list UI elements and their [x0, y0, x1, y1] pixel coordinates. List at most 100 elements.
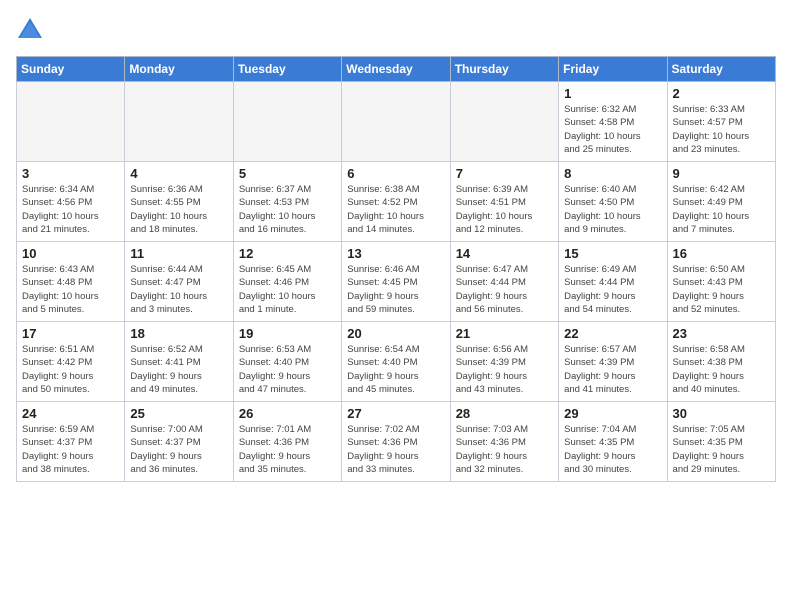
weekday-header-thursday: Thursday: [450, 57, 558, 82]
calendar-cell-4-5: 29 Sunrise: 7:04 AMSunset: 4:35 PMDayligh…: [559, 402, 667, 482]
calendar-cell-0-1: [125, 82, 233, 162]
weekday-header-wednesday: Wednesday: [342, 57, 450, 82]
day-number: 8: [564, 166, 661, 181]
day-number: 11: [130, 246, 227, 261]
day-number: 3: [22, 166, 119, 181]
calendar-cell-0-3: [342, 82, 450, 162]
day-number: 26: [239, 406, 336, 421]
calendar-cell-4-0: 24 Sunrise: 6:59 AMSunset: 4:37 PMDayligh…: [17, 402, 125, 482]
calendar-cell-0-4: [450, 82, 558, 162]
calendar-cell-4-6: 30 Sunrise: 7:05 AMSunset: 4:35 PMDayligh…: [667, 402, 775, 482]
day-number: 23: [673, 326, 770, 341]
day-info: Sunrise: 6:42 AMSunset: 4:49 PMDaylight:…: [673, 183, 770, 236]
calendar-cell-2-2: 12 Sunrise: 6:45 AMSunset: 4:46 PMDayligh…: [233, 242, 341, 322]
day-info: Sunrise: 6:54 AMSunset: 4:40 PMDaylight:…: [347, 343, 444, 396]
day-number: 4: [130, 166, 227, 181]
calendar-cell-2-0: 10 Sunrise: 6:43 AMSunset: 4:48 PMDayligh…: [17, 242, 125, 322]
day-info: Sunrise: 7:00 AMSunset: 4:37 PMDaylight:…: [130, 423, 227, 476]
day-info: Sunrise: 6:39 AMSunset: 4:51 PMDaylight:…: [456, 183, 553, 236]
calendar-cell-4-3: 27 Sunrise: 7:02 AMSunset: 4:36 PMDayligh…: [342, 402, 450, 482]
day-info: Sunrise: 6:58 AMSunset: 4:38 PMDaylight:…: [673, 343, 770, 396]
day-info: Sunrise: 6:56 AMSunset: 4:39 PMDaylight:…: [456, 343, 553, 396]
calendar-cell-3-6: 23 Sunrise: 6:58 AMSunset: 4:38 PMDayligh…: [667, 322, 775, 402]
calendar: SundayMondayTuesdayWednesdayThursdayFrid…: [16, 56, 776, 482]
calendar-cell-1-0: 3 Sunrise: 6:34 AMSunset: 4:56 PMDaylight…: [17, 162, 125, 242]
calendar-cell-2-1: 11 Sunrise: 6:44 AMSunset: 4:47 PMDayligh…: [125, 242, 233, 322]
day-info: Sunrise: 7:01 AMSunset: 4:36 PMDaylight:…: [239, 423, 336, 476]
day-info: Sunrise: 6:34 AMSunset: 4:56 PMDaylight:…: [22, 183, 119, 236]
day-number: 7: [456, 166, 553, 181]
calendar-cell-3-0: 17Sunrise: 6:51 AMSunset: 4:42 PMDayligh…: [17, 322, 125, 402]
day-number: 22: [564, 326, 661, 341]
calendar-cell-0-0: [17, 82, 125, 162]
day-info: Sunrise: 6:49 AMSunset: 4:44 PMDaylight:…: [564, 263, 661, 316]
calendar-cell-3-3: 20Sunrise: 6:54 AMSunset: 4:40 PMDayligh…: [342, 322, 450, 402]
day-info: Sunrise: 7:03 AMSunset: 4:36 PMDaylight:…: [456, 423, 553, 476]
calendar-cell-1-3: 6Sunrise: 6:38 AMSunset: 4:52 PMDaylight…: [342, 162, 450, 242]
calendar-cell-0-6: 2 Sunrise: 6:33 AMSunset: 4:57 PMDaylight…: [667, 82, 775, 162]
week-row-5: 24 Sunrise: 6:59 AMSunset: 4:37 PMDayligh…: [17, 402, 776, 482]
day-number: 21: [456, 326, 553, 341]
calendar-cell-1-1: 4 Sunrise: 6:36 AMSunset: 4:55 PMDaylight…: [125, 162, 233, 242]
day-number: 2: [673, 86, 770, 101]
day-number: 13: [347, 246, 444, 261]
calendar-cell-3-5: 22Sunrise: 6:57 AMSunset: 4:39 PMDayligh…: [559, 322, 667, 402]
logo: [16, 16, 48, 44]
weekday-header-saturday: Saturday: [667, 57, 775, 82]
day-info: Sunrise: 7:05 AMSunset: 4:35 PMDaylight:…: [673, 423, 770, 476]
day-info: Sunrise: 7:04 AMSunset: 4:35 PMDaylight:…: [564, 423, 661, 476]
day-info: Sunrise: 7:02 AMSunset: 4:36 PMDaylight:…: [347, 423, 444, 476]
calendar-cell-2-5: 15 Sunrise: 6:49 AMSunset: 4:44 PMDayligh…: [559, 242, 667, 322]
weekday-header-monday: Monday: [125, 57, 233, 82]
day-number: 5: [239, 166, 336, 181]
day-info: Sunrise: 6:43 AMSunset: 4:48 PMDaylight:…: [22, 263, 119, 316]
calendar-cell-4-4: 28 Sunrise: 7:03 AMSunset: 4:36 PMDayligh…: [450, 402, 558, 482]
calendar-cell-4-1: 25Sunrise: 7:00 AMSunset: 4:37 PMDayligh…: [125, 402, 233, 482]
calendar-cell-4-2: 26 Sunrise: 7:01 AMSunset: 4:36 PMDayligh…: [233, 402, 341, 482]
calendar-cell-1-2: 5 Sunrise: 6:37 AMSunset: 4:53 PMDaylight…: [233, 162, 341, 242]
day-number: 27: [347, 406, 444, 421]
day-info: Sunrise: 6:37 AMSunset: 4:53 PMDaylight:…: [239, 183, 336, 236]
day-info: Sunrise: 6:52 AMSunset: 4:41 PMDaylight:…: [130, 343, 227, 396]
day-number: 29: [564, 406, 661, 421]
calendar-cell-0-5: 1 Sunrise: 6:32 AMSunset: 4:58 PMDaylight…: [559, 82, 667, 162]
calendar-cell-1-6: 9 Sunrise: 6:42 AMSunset: 4:49 PMDaylight…: [667, 162, 775, 242]
calendar-cell-1-5: 8 Sunrise: 6:40 AMSunset: 4:50 PMDaylight…: [559, 162, 667, 242]
calendar-cell-2-4: 14Sunrise: 6:47 AMSunset: 4:44 PMDayligh…: [450, 242, 558, 322]
day-number: 16: [673, 246, 770, 261]
calendar-cell-1-4: 7 Sunrise: 6:39 AMSunset: 4:51 PMDaylight…: [450, 162, 558, 242]
calendar-cell-3-2: 19 Sunrise: 6:53 AMSunset: 4:40 PMDayligh…: [233, 322, 341, 402]
day-info: Sunrise: 6:40 AMSunset: 4:50 PMDaylight:…: [564, 183, 661, 236]
day-info: Sunrise: 6:32 AMSunset: 4:58 PMDaylight:…: [564, 103, 661, 156]
day-number: 15: [564, 246, 661, 261]
week-row-1: 1 Sunrise: 6:32 AMSunset: 4:58 PMDaylight…: [17, 82, 776, 162]
day-info: Sunrise: 6:53 AMSunset: 4:40 PMDaylight:…: [239, 343, 336, 396]
day-info: Sunrise: 6:33 AMSunset: 4:57 PMDaylight:…: [673, 103, 770, 156]
page-header: [16, 16, 776, 44]
day-number: 24: [22, 406, 119, 421]
day-info: Sunrise: 6:36 AMSunset: 4:55 PMDaylight:…: [130, 183, 227, 236]
day-number: 18: [130, 326, 227, 341]
day-number: 28: [456, 406, 553, 421]
week-row-2: 3 Sunrise: 6:34 AMSunset: 4:56 PMDaylight…: [17, 162, 776, 242]
day-info: Sunrise: 6:46 AMSunset: 4:45 PMDaylight:…: [347, 263, 444, 316]
day-number: 1: [564, 86, 661, 101]
weekday-header-friday: Friday: [559, 57, 667, 82]
day-info: Sunrise: 6:45 AMSunset: 4:46 PMDaylight:…: [239, 263, 336, 316]
week-row-3: 10 Sunrise: 6:43 AMSunset: 4:48 PMDayligh…: [17, 242, 776, 322]
day-info: Sunrise: 6:51 AMSunset: 4:42 PMDaylight:…: [22, 343, 119, 396]
day-info: Sunrise: 6:44 AMSunset: 4:47 PMDaylight:…: [130, 263, 227, 316]
logo-icon: [16, 16, 44, 44]
day-number: 19: [239, 326, 336, 341]
weekday-header-row: SundayMondayTuesdayWednesdayThursdayFrid…: [17, 57, 776, 82]
day-number: 9: [673, 166, 770, 181]
day-number: 6: [347, 166, 444, 181]
day-number: 12: [239, 246, 336, 261]
calendar-cell-2-3: 13 Sunrise: 6:46 AMSunset: 4:45 PMDayligh…: [342, 242, 450, 322]
day-info: Sunrise: 6:59 AMSunset: 4:37 PMDaylight:…: [22, 423, 119, 476]
calendar-cell-0-2: [233, 82, 341, 162]
day-info: Sunrise: 6:50 AMSunset: 4:43 PMDaylight:…: [673, 263, 770, 316]
day-number: 10: [22, 246, 119, 261]
calendar-cell-3-1: 18 Sunrise: 6:52 AMSunset: 4:41 PMDayligh…: [125, 322, 233, 402]
day-number: 30: [673, 406, 770, 421]
